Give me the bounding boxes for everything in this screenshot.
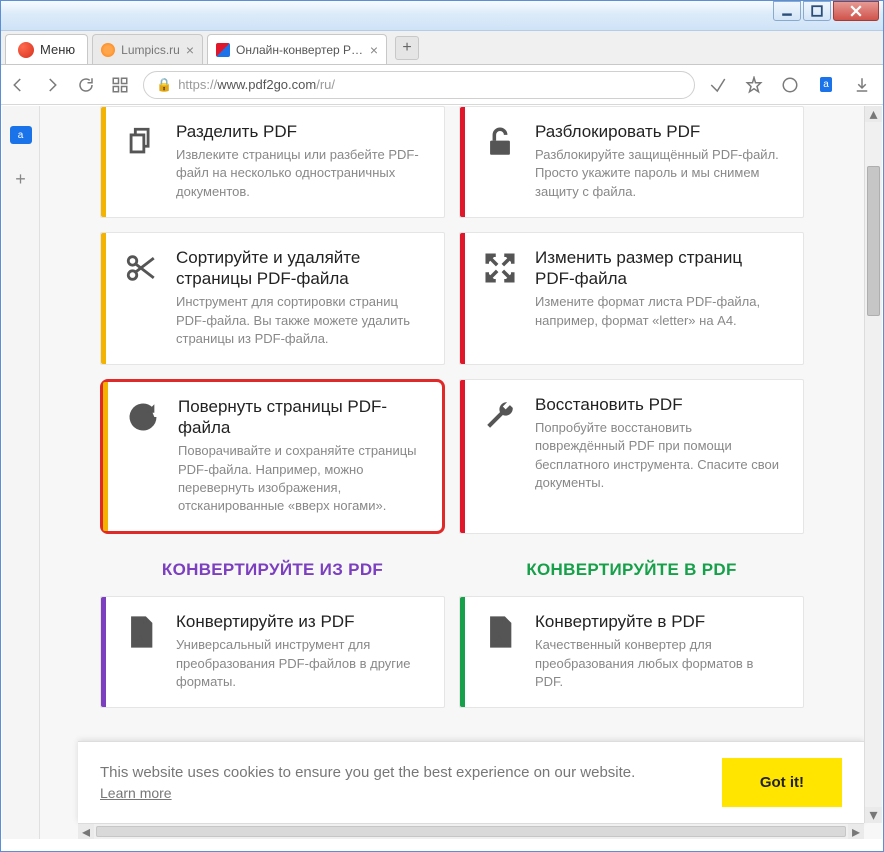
- unlock-icon: [465, 107, 535, 217]
- url-input[interactable]: 🔒 https://www.pdf2go.com/ru/: [143, 71, 695, 99]
- pdf-icon: 人: [106, 597, 176, 707]
- window-titlebar: [1, 1, 883, 31]
- card-description: Универсальный инструмент для преобразова…: [176, 636, 426, 691]
- tab-label: Онлайн-конвертер PDF-д: [236, 43, 364, 57]
- svg-text:人: 人: [135, 632, 145, 644]
- scissors-icon: [106, 233, 176, 364]
- scroll-left-arrow-icon[interactable]: ◂: [78, 824, 94, 839]
- card-description: Измените формат листа PDF-файла, наприме…: [535, 293, 785, 329]
- card-title: Сортируйте и удаляйте страницы PDF-файла: [176, 247, 426, 290]
- rotate-icon: [108, 382, 178, 531]
- favicon-lumpics: [101, 43, 115, 57]
- nav-forward-button[interactable]: [41, 74, 63, 96]
- url-path: /ru/: [316, 77, 335, 92]
- window-minimize-button[interactable]: [773, 1, 801, 21]
- bookmark-icon[interactable]: [743, 74, 765, 96]
- card-title: Разблокировать PDF: [535, 121, 785, 142]
- card-unlock-pdf[interactable]: Разблокировать PDF Разблокируйте защищён…: [459, 106, 804, 218]
- scroll-down-arrow-icon[interactable]: ▾: [865, 807, 882, 823]
- card-title: Конвертируйте из PDF: [176, 611, 426, 632]
- tab-close-icon[interactable]: ×: [370, 42, 378, 58]
- nav-back-button[interactable]: [7, 74, 29, 96]
- card-title: Разделить PDF: [176, 121, 426, 142]
- address-bar: 🔒 https://www.pdf2go.com/ru/ а: [1, 65, 883, 105]
- rail-translate-badge[interactable]: a: [10, 126, 32, 144]
- vertical-scroll-thumb[interactable]: [867, 166, 880, 316]
- card-rotate-pages[interactable]: Повернуть страницы PDF-файла Поворачивай…: [100, 379, 445, 534]
- favicon-pdf2go: [216, 43, 230, 57]
- cookie-accept-button[interactable]: Got it!: [722, 758, 842, 807]
- copy-icon: [106, 107, 176, 217]
- window-close-button[interactable]: [833, 1, 879, 21]
- adblock-icon[interactable]: [779, 74, 801, 96]
- card-description: Поворачивайте и сохраняйте страницы PDF-…: [178, 442, 424, 515]
- card-title: Повернуть страницы PDF-файла: [178, 396, 424, 439]
- scroll-up-arrow-icon[interactable]: ▴: [865, 106, 882, 122]
- pdf-icon: 人: [465, 597, 535, 707]
- speed-dial-button[interactable]: [109, 74, 131, 96]
- cookie-learn-more-link[interactable]: Learn more: [100, 785, 704, 801]
- card-resize-pages[interactable]: Изменить размер страниц PDF-файла Измени…: [459, 232, 804, 365]
- card-description: Разблокируйте защищённый PDF-файл. Прост…: [535, 146, 785, 201]
- section-header-to-pdf: КОНВЕРТИРУЙТЕ В PDF: [459, 560, 804, 580]
- card-description: Попробуйте восстановить повреждённый PDF…: [535, 419, 785, 492]
- tab-strip: Меню Lumpics.ru × Онлайн-конвертер PDF-д…: [1, 31, 883, 65]
- section-header-from-pdf: КОНВЕРТИРУЙТЕ ИЗ PDF: [100, 560, 445, 580]
- horizontal-scroll-thumb[interactable]: [96, 826, 846, 837]
- scroll-right-arrow-icon[interactable]: ▸: [848, 824, 864, 839]
- tab-pdf2go[interactable]: Онлайн-конвертер PDF-д ×: [207, 34, 387, 64]
- card-title: Конвертируйте в PDF: [535, 611, 785, 632]
- window-maximize-button[interactable]: [803, 1, 831, 21]
- opera-menu-button[interactable]: Меню: [5, 34, 88, 64]
- wrench-icon: [465, 380, 535, 533]
- card-title: Восстановить PDF: [535, 394, 785, 415]
- vertical-scrollbar[interactable]: ▴ ▾: [864, 106, 882, 823]
- card-description: Извлеките страницы или разбейте PDF-файл…: [176, 146, 426, 201]
- horizontal-scrollbar[interactable]: ◂ ▸: [78, 823, 864, 839]
- expand-icon: [465, 233, 535, 364]
- card-description: Качественный конвертер для преобразовани…: [535, 636, 785, 691]
- card-split-pdf[interactable]: Разделить PDF Извлеките страницы или раз…: [100, 106, 445, 218]
- browser-side-rail: a +: [2, 106, 40, 839]
- url-scheme: https://: [178, 77, 217, 92]
- card-description: Инструмент для сортировки страниц PDF-фа…: [176, 293, 426, 348]
- new-tab-button[interactable]: +: [395, 36, 419, 60]
- nav-reload-button[interactable]: [75, 74, 97, 96]
- card-sort-delete-pages[interactable]: Сортируйте и удаляйте страницы PDF-файла…: [100, 232, 445, 365]
- tab-lumpics[interactable]: Lumpics.ru ×: [92, 34, 203, 64]
- tab-label: Lumpics.ru: [121, 43, 180, 57]
- menu-label: Меню: [40, 42, 75, 57]
- cookie-banner: This website uses cookies to ensure you …: [78, 741, 864, 823]
- page-viewport: Разделить PDF Извлеките страницы или раз…: [40, 106, 882, 839]
- svg-text:人: 人: [494, 632, 504, 644]
- url-host: www.pdf2go.com: [217, 77, 316, 92]
- lock-icon: 🔒: [156, 77, 172, 93]
- card-convert-to-pdf[interactable]: 人 Конвертируйте в PDF Качественный конве…: [459, 596, 804, 708]
- vpn-icon[interactable]: [707, 74, 729, 96]
- opera-logo-icon: [18, 42, 34, 58]
- card-convert-from-pdf[interactable]: 人 Конвертируйте из PDF Универсальный инс…: [100, 596, 445, 708]
- translate-icon[interactable]: а: [815, 74, 837, 96]
- cookie-message: This website uses cookies to ensure you …: [100, 764, 635, 781]
- rail-add-button[interactable]: +: [10, 168, 32, 190]
- download-icon[interactable]: [851, 74, 873, 96]
- card-title: Изменить размер страниц PDF-файла: [535, 247, 785, 290]
- card-repair-pdf[interactable]: Восстановить PDF Попробуйте восстановить…: [459, 379, 804, 534]
- tab-close-icon[interactable]: ×: [186, 42, 194, 58]
